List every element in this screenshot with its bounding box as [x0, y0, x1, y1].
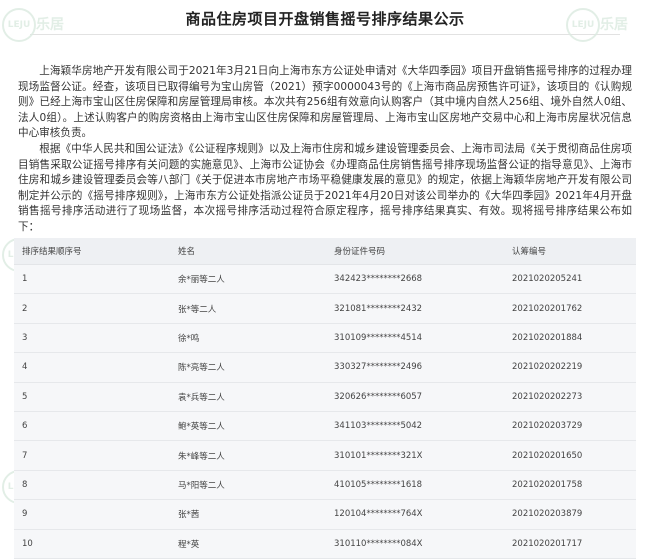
header-name: 姓名 [170, 238, 326, 265]
cell-subscription-number: 2021020202273 [504, 382, 636, 412]
cell-subscription-number: 2021020203729 [504, 411, 636, 442]
cell-subscription-number: 2021020201717 [504, 529, 636, 559]
cell-id-number: 310109********4514 [326, 323, 504, 354]
table-row: 3 徐*鸣 310109********4514 2021020201884 [14, 323, 636, 354]
cell-rank: 5 [14, 382, 170, 412]
announcement-body: 上海颖华房地产开发有限公司于2021年3月21日向上海市东方公证处申请对《大华四… [18, 64, 632, 236]
page-title: 商品住房项目开盘销售摇号排序结果公示 [185, 10, 465, 28]
header-subscription-number: 认筹编号 [504, 238, 636, 265]
cell-name: 马*阳等二人 [170, 470, 326, 501]
table-row: 6 鲍*英等二人 341103********5042 202102020372… [14, 411, 636, 442]
cell-subscription-number: 2021020202219 [504, 352, 636, 383]
cell-name: 张*等二人 [170, 293, 326, 324]
table-row: 10 程*英 310110********084X 2021020201717 [14, 529, 636, 559]
cell-name: 徐*鸣 [170, 323, 326, 354]
announcement-paragraph: 根据《中华人民共和国公证法》《公证程序规则》以及上海市住房和城乡建设管理委员会、… [18, 142, 632, 233]
cell-name: 张*茜 [170, 499, 326, 530]
header-id-number: 身份证件号码 [326, 238, 504, 265]
cell-subscription-number: 2021020201650 [504, 440, 636, 471]
cell-id-number: 320626********6057 [326, 382, 504, 412]
cell-id-number: 342423********2668 [326, 264, 504, 295]
cell-id-number: 341103********5042 [326, 411, 504, 442]
title-divider [30, 34, 620, 35]
cell-id-number: 310101********321X [326, 440, 504, 471]
table-row: 2 张*等二人 321081********2432 2021020201762 [14, 293, 636, 324]
table-row: 9 张*茜 120104********764X 2021020203879 [14, 499, 636, 530]
table-row: 8 马*阳等二人 410105********1618 202102020175… [14, 470, 636, 501]
watermark-logo-icon: LEJU [566, 8, 600, 42]
cell-rank: 10 [14, 529, 170, 559]
cell-id-number: 321081********2432 [326, 293, 504, 324]
cell-id-number: 120104********764X [326, 499, 504, 530]
watermark-logo-icon: LEJU [2, 8, 36, 42]
table-row: 7 朱*峰等二人 310101********321X 202102020165… [14, 440, 636, 471]
cell-name: 程*英 [170, 529, 326, 559]
cell-name: 鲍*英等二人 [170, 411, 326, 442]
cell-rank: 2 [14, 293, 170, 324]
cell-id-number: 330327********2496 [326, 352, 504, 383]
cell-subscription-number: 2021020203879 [504, 499, 636, 530]
cell-rank: 4 [14, 352, 170, 383]
watermark-text: 乐居 [600, 17, 628, 33]
header-rank: 排序结果顺序号 [14, 238, 170, 265]
table-row: 1 余*丽等二人 342423********2668 202102020524… [14, 264, 636, 295]
results-table: 排序结果顺序号 姓名 身份证件号码 认筹编号 1 余*丽等二人 342423**… [14, 238, 636, 559]
cell-name: 余*丽等二人 [170, 264, 326, 295]
table-header-row: 排序结果顺序号 姓名 身份证件号码 认筹编号 [14, 238, 636, 265]
cell-name: 朱*峰等二人 [170, 440, 326, 471]
table-row: 5 袁*兵等二人 320626********6057 202102020227… [14, 382, 636, 412]
announcement-paragraph: 上海颖华房地产开发有限公司于2021年3月21日向上海市东方公证处申请对《大华四… [18, 65, 632, 140]
cell-subscription-number: 2021020201762 [504, 293, 636, 324]
cell-rank: 3 [14, 323, 170, 354]
cell-rank: 1 [14, 264, 170, 295]
table-row: 4 陈*亮等二人 330327********2496 202102020221… [14, 352, 636, 383]
cell-name: 陈*亮等二人 [170, 352, 326, 383]
cell-subscription-number: 2021020205241 [504, 264, 636, 295]
cell-rank: 9 [14, 499, 170, 530]
cell-subscription-number: 2021020201758 [504, 470, 636, 501]
cell-rank: 8 [14, 470, 170, 501]
cell-rank: 6 [14, 411, 170, 442]
cell-name: 袁*兵等二人 [170, 382, 326, 412]
cell-id-number: 410105********1618 [326, 470, 504, 501]
cell-subscription-number: 2021020201884 [504, 323, 636, 354]
watermark-text: 乐居 [36, 17, 64, 33]
cell-id-number: 310110********084X [326, 529, 504, 559]
cell-rank: 7 [14, 440, 170, 471]
